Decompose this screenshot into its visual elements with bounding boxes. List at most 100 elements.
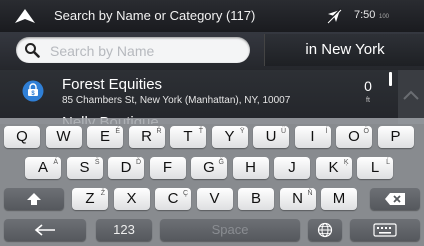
search-icon bbox=[25, 43, 40, 58]
bank-icon: $ bbox=[22, 80, 44, 102]
key-accent-label: Ž bbox=[100, 190, 105, 197]
key-h[interactable]: H bbox=[232, 157, 269, 179]
list-item[interactable]: $ Forest Equities 85 Chambers St, New Yo… bbox=[0, 72, 396, 112]
key-w[interactable]: W bbox=[45, 126, 82, 148]
key-n[interactable]: NÑ bbox=[279, 188, 316, 210]
key-label: T bbox=[183, 128, 193, 145]
key-accent-label: Ď bbox=[135, 159, 141, 166]
poi-name: Forest Equities bbox=[62, 76, 163, 93]
key-label: W bbox=[56, 128, 71, 145]
key-b[interactable]: B bbox=[238, 188, 274, 210]
back-chevron-icon[interactable] bbox=[14, 8, 36, 24]
scroll-up-button[interactable] bbox=[398, 70, 424, 124]
key-accent-label: Ĺ bbox=[386, 159, 390, 166]
key-f[interactable]: F bbox=[149, 157, 186, 179]
key-accent-label: Ř bbox=[156, 128, 162, 135]
key-label: C bbox=[167, 190, 179, 207]
key-label: R bbox=[141, 128, 152, 145]
back-key[interactable] bbox=[4, 219, 86, 241]
key-label: M bbox=[332, 190, 346, 207]
key-label: G bbox=[203, 159, 215, 176]
key-i[interactable]: IÍ bbox=[294, 126, 331, 148]
poi-distance-unit: ft bbox=[366, 97, 370, 104]
results-list: $ Forest Equities 85 Chambers St, New Yo… bbox=[0, 70, 424, 124]
key-label: B bbox=[250, 190, 261, 207]
title-bar: Search by Name or Category (117) 7:50 10… bbox=[0, 0, 424, 32]
key-accent-label: Ķ bbox=[343, 159, 349, 166]
key-o[interactable]: OÖ bbox=[336, 126, 372, 148]
page-title: Search by Name or Category (117) bbox=[54, 8, 256, 23]
key-accent-label: Ÿ bbox=[239, 128, 245, 135]
key-r[interactable]: RŘ bbox=[128, 126, 165, 148]
shift-key[interactable] bbox=[4, 188, 64, 210]
backspace-icon bbox=[385, 193, 405, 205]
space-key[interactable]: Space bbox=[160, 219, 300, 241]
key-accent-label: Ü bbox=[280, 128, 286, 135]
hide-keyboard-key[interactable] bbox=[350, 219, 420, 241]
language-key[interactable] bbox=[308, 219, 342, 241]
key-label: V bbox=[209, 190, 220, 207]
chevron-up-icon bbox=[403, 90, 419, 100]
location-button[interactable]: in New York bbox=[264, 34, 424, 66]
key-accent-label: Í bbox=[325, 128, 328, 135]
key-accent-label: Ğ bbox=[218, 159, 224, 166]
key-g[interactable]: GĞ bbox=[191, 157, 227, 179]
key-label: N bbox=[292, 190, 303, 207]
search-box[interactable] bbox=[16, 37, 250, 63]
key-v[interactable]: V bbox=[196, 188, 233, 210]
scrollbar-thumb[interactable] bbox=[389, 72, 392, 86]
key-label: A bbox=[37, 159, 48, 176]
keyboard-icon bbox=[373, 223, 397, 237]
backspace-key[interactable] bbox=[370, 188, 420, 210]
key-p[interactable]: P bbox=[377, 126, 414, 148]
key-label: E bbox=[99, 128, 110, 145]
key-l[interactable]: LĹ bbox=[357, 157, 393, 179]
key-z[interactable]: ZŽ bbox=[72, 188, 108, 210]
key-label: J bbox=[288, 159, 296, 176]
back-arrow-icon bbox=[34, 224, 55, 236]
key-label: Z bbox=[85, 190, 95, 207]
key-accent-label: Á bbox=[53, 159, 58, 166]
poi-address: 85 Chambers St, New York (Manhattan), NY… bbox=[62, 95, 291, 106]
key-a[interactable]: AÁ bbox=[25, 157, 61, 179]
key-label: Q bbox=[16, 128, 28, 145]
key-s[interactable]: SŠ bbox=[66, 157, 103, 179]
key-label: X bbox=[126, 190, 137, 207]
key-y[interactable]: YŸ bbox=[211, 126, 248, 148]
key-accent-label: Ö bbox=[363, 128, 369, 135]
globe-icon bbox=[317, 222, 333, 238]
key-label: Y bbox=[224, 128, 235, 145]
key-label: D bbox=[120, 159, 132, 176]
key-label: O bbox=[348, 128, 360, 145]
search-bar: in New York bbox=[0, 32, 424, 70]
search-input[interactable] bbox=[48, 40, 248, 62]
key-m[interactable]: M bbox=[321, 188, 357, 210]
key-c[interactable]: CÇ bbox=[155, 188, 191, 210]
shift-icon bbox=[27, 193, 41, 205]
key-accent-label: Ť bbox=[198, 128, 203, 135]
poi-distance: 0 bbox=[364, 78, 372, 94]
key-x[interactable]: X bbox=[113, 188, 150, 210]
key-k[interactable]: KĶ bbox=[315, 157, 352, 179]
key-e[interactable]: EÉ bbox=[87, 126, 123, 148]
key-accent-label: Ñ bbox=[307, 190, 313, 197]
key-label: K bbox=[328, 159, 339, 176]
key-accent-label: Š bbox=[94, 159, 100, 166]
clock: 7:50 bbox=[354, 9, 376, 21]
numbers-key[interactable]: 123 bbox=[96, 219, 152, 241]
key-accent-label: Ç bbox=[182, 190, 188, 197]
key-t[interactable]: TŤ bbox=[170, 126, 206, 148]
key-u[interactable]: UÜ bbox=[253, 126, 289, 148]
key-label: F bbox=[162, 159, 173, 176]
key-label: I bbox=[310, 128, 315, 145]
on-screen-keyboard: QWEÉRŘTŤYŸUÜIÍOÖP AÁSŠDĎFGĞHJKĶLĹ ZŽXCÇV… bbox=[0, 118, 424, 246]
key-j[interactable]: J bbox=[274, 157, 310, 179]
gps-off-icon bbox=[326, 8, 342, 24]
key-label: L bbox=[370, 159, 380, 176]
key-label: P bbox=[390, 128, 401, 145]
key-label: U bbox=[265, 128, 277, 145]
key-q[interactable]: Q bbox=[4, 126, 40, 148]
battery-level: 100 bbox=[379, 14, 390, 20]
key-d[interactable]: DĎ bbox=[108, 157, 144, 179]
key-label: S bbox=[79, 159, 90, 176]
